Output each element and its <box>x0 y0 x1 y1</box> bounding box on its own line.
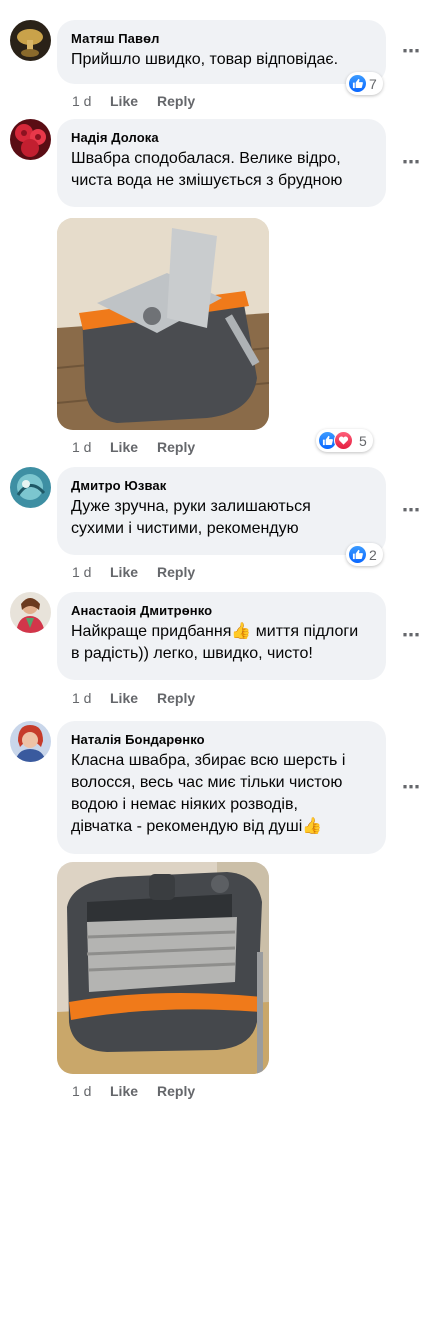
reply-button[interactable]: Reply <box>157 92 195 110</box>
comment-text: Швабра сподобалася. Велике відро, чиста … <box>71 150 343 189</box>
comment-actions: 1 d Like Reply <box>72 1082 195 1100</box>
comment-age[interactable]: 1 d <box>72 92 110 110</box>
like-reaction-icon <box>348 74 367 93</box>
comment-actions: 1 d Like Reply <box>72 92 195 110</box>
comment-text: Дуже зручна, руки залишаються сухими і ч… <box>71 498 311 537</box>
reaction-count: 2 <box>369 546 377 563</box>
comment-author[interactable]: Анастаоія Дмитрѳнко <box>71 602 372 620</box>
comment-age[interactable]: 1 d <box>72 438 110 456</box>
like-button[interactable]: Like <box>110 92 157 110</box>
reply-button[interactable]: Reply <box>157 563 195 581</box>
love-reaction-icon <box>334 431 353 450</box>
comment-author[interactable]: Матяш Павѳл <box>71 30 372 48</box>
reply-button[interactable]: Reply <box>157 1082 195 1100</box>
reactions-summary[interactable]: 7 <box>346 72 383 95</box>
mop-bucket-top-photo[interactable] <box>57 862 269 1074</box>
like-button[interactable]: Like <box>110 689 157 707</box>
comment-bubble: Надія Долока Швабра сподобалася. Велике … <box>57 119 386 207</box>
comment-author[interactable]: Наталія Бондарѳнко <box>71 731 372 749</box>
comment-text: Найкраще придбання👍 миття підлоги в раді… <box>71 623 359 662</box>
comment-age[interactable]: 1 d <box>72 1082 110 1100</box>
avatar[interactable] <box>10 119 51 160</box>
comment-text: Класна швабра, збирає всю шерсть і волос… <box>71 752 346 835</box>
like-button[interactable]: Like <box>110 1082 157 1100</box>
like-reaction-icon <box>348 545 367 564</box>
comment-author[interactable]: Дмитро Юзвак <box>71 477 372 495</box>
like-button[interactable]: Like <box>110 438 157 456</box>
avatar[interactable] <box>10 721 51 762</box>
comment-bubble: Наталія Бондарѳнко Класна швабра, збирає… <box>57 721 386 854</box>
more-options-icon[interactable]: ⋯ <box>402 153 421 171</box>
comment-actions: 1 d Like Reply <box>72 438 195 456</box>
mop-bucket-photo[interactable] <box>57 218 269 430</box>
more-options-icon[interactable]: ⋯ <box>402 626 421 644</box>
comment-bubble: Дмитро Юзвак Дуже зручна, руки залишають… <box>57 467 386 555</box>
reactions-summary[interactable]: 5 <box>316 429 373 452</box>
reaction-count: 7 <box>369 75 377 92</box>
comment-author[interactable]: Надія Долока <box>71 129 372 147</box>
reply-button[interactable]: Reply <box>157 438 195 456</box>
avatar[interactable] <box>10 592 51 633</box>
comment-age[interactable]: 1 d <box>72 563 110 581</box>
more-options-icon[interactable]: ⋯ <box>402 778 421 796</box>
reactions-summary[interactable]: 2 <box>346 543 383 566</box>
comment-actions: 1 d Like Reply <box>72 689 195 707</box>
avatar[interactable] <box>10 20 51 61</box>
like-button[interactable]: Like <box>110 563 157 581</box>
reaction-count: 5 <box>359 432 367 449</box>
more-options-icon[interactable]: ⋯ <box>402 501 421 519</box>
avatar[interactable] <box>10 467 51 508</box>
comment-actions: 1 d Like Reply <box>72 563 195 581</box>
comment-bubble: Анастаоія Дмитрѳнко Найкраще придбання👍 … <box>57 592 386 680</box>
comment-text: Прийшло швидко, товар відповідає. <box>71 51 339 68</box>
comment-bubble: Матяш Павѳл Прийшло швидко, товар відпов… <box>57 20 386 84</box>
comment-age[interactable]: 1 d <box>72 689 110 707</box>
more-options-icon[interactable]: ⋯ <box>402 42 421 60</box>
reply-button[interactable]: Reply <box>157 689 195 707</box>
